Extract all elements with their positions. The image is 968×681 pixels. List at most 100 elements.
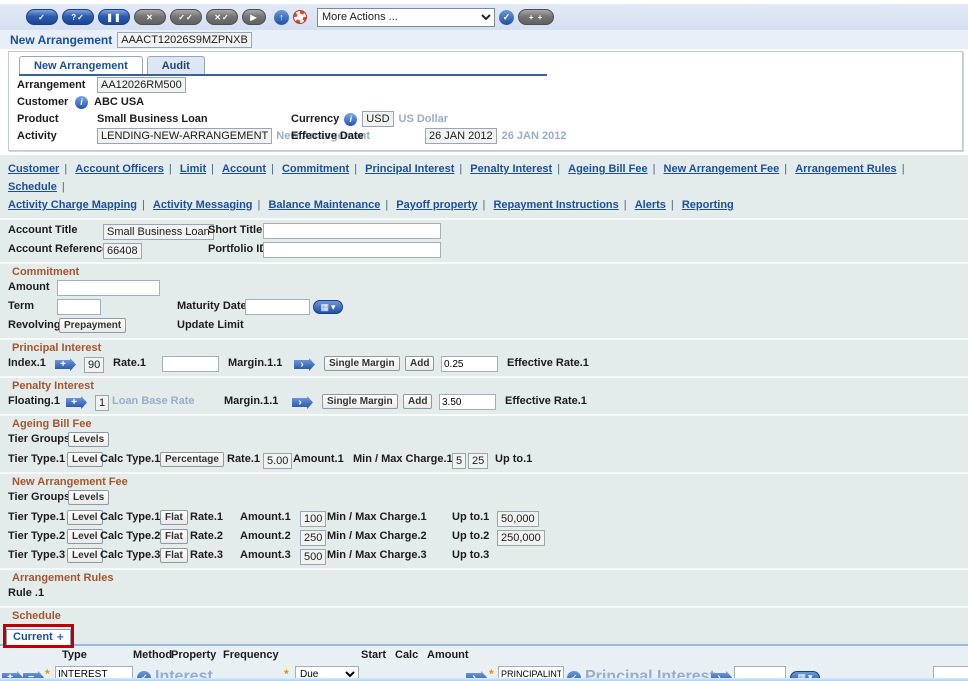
portfolio-id-label: Portfolio ID <box>208 243 267 255</box>
reverse-button[interactable]: ✕✓ <box>206 9 238 25</box>
nav-link-arrangement-rules[interactable]: Arrangement Rules <box>795 163 896 175</box>
level-button[interactable]: Level <box>67 548 103 563</box>
maturity-date-input[interactable] <box>245 299 310 315</box>
add-tab-icon[interactable]: + <box>57 630 64 644</box>
go-button[interactable]: ✓ <box>499 10 514 25</box>
nav-link-commitment[interactable]: Commitment <box>282 163 349 175</box>
nav-link-customer[interactable]: Customer <box>8 163 59 175</box>
add-button[interactable]: Add <box>405 356 434 371</box>
nav-separator: | <box>557 163 560 175</box>
short-title-input[interactable] <box>263 223 441 239</box>
add-tabs-button[interactable]: + + <box>518 9 554 25</box>
levels-button[interactable]: Levels <box>68 432 109 447</box>
nav-link-principal-interest[interactable]: Principal Interest <box>365 163 454 175</box>
amount-input[interactable] <box>57 280 160 296</box>
percentage-button[interactable]: Percentage <box>160 452 224 467</box>
single-margin-button[interactable]: Single Margin <box>322 394 398 409</box>
activity-row: Activity LENDING-NEW-ARRANGEMENT New Arr… <box>9 128 962 144</box>
levels-button[interactable]: Levels <box>68 490 109 505</box>
help-lifering-icon[interactable] <box>293 10 307 24</box>
expand-arrow-icon[interactable]: › <box>294 358 315 371</box>
forward-button[interactable]: ▶ <box>242 9 266 25</box>
upload-button[interactable]: ↑ <box>274 10 289 25</box>
validate-button[interactable]: ?✓ <box>62 9 94 25</box>
col-type: Type <box>62 649 87 661</box>
flat-button[interactable]: Flat <box>160 548 188 563</box>
tier-type-label: Tier Type.1 <box>8 511 65 523</box>
tier-type-row: Tier Type.1 Level Calc Type.1 Percentage… <box>0 452 968 469</box>
nav-separator: | <box>671 199 674 211</box>
nav-link-account[interactable]: Account <box>222 163 266 175</box>
nav-link-alerts[interactable]: Alerts <box>635 199 666 211</box>
nav-link-activity-messaging[interactable]: Activity Messaging <box>153 199 253 211</box>
expand-plus-icon[interactable]: + <box>66 396 87 409</box>
info-icon[interactable]: i <box>75 96 88 109</box>
commitment-title: Commitment <box>0 264 968 280</box>
nav-separator: | <box>62 181 65 193</box>
tab-new-arrangement[interactable]: New Arrangement <box>19 56 143 74</box>
flat-button[interactable]: Flat <box>160 529 188 544</box>
calendar-icon[interactable]: ▦▾ <box>313 300 343 314</box>
more-actions-select[interactable]: More Actions ... <box>317 8 495 27</box>
calc-type-group: Flat <box>160 529 188 544</box>
prepayment-group: Prepayment <box>59 318 126 333</box>
tab-audit[interactable]: Audit <box>147 56 205 74</box>
product-row: Product Small Business Loan Currency i U… <box>9 111 962 127</box>
payment-schedule-table: Type Method Property Frequency Start Cal… <box>0 646 968 681</box>
single-margin-button[interactable]: Single Margin <box>324 356 400 371</box>
calc-type-label: Calc Type.3 <box>100 549 160 561</box>
level-button[interactable]: Level <box>67 510 103 525</box>
tier-type-label: Tier Type.3 <box>8 549 65 561</box>
tier-type-label: Tier Type.2 <box>8 530 65 542</box>
margin-rate-input[interactable] <box>441 356 498 372</box>
add-button[interactable]: Add <box>403 394 432 409</box>
nav-link-ageing-bill-fee[interactable]: Ageing Bill Fee <box>568 163 647 175</box>
arrangement-rules-title: Arrangement Rules <box>0 570 968 586</box>
hold-button[interactable]: ❚❚ <box>98 9 130 25</box>
authorize-button[interactable]: ✓✓ <box>170 9 202 25</box>
commit-button[interactable]: ✓ <box>26 9 58 25</box>
nav-separator: | <box>354 163 357 175</box>
prepayment-button[interactable]: Prepayment <box>59 318 126 333</box>
delete-button[interactable]: ✕ <box>134 9 166 25</box>
nav-link-schedule[interactable]: Schedule <box>8 181 57 193</box>
nav-link-new-arrangement-fee[interactable]: New Arrangement Fee <box>664 163 780 175</box>
expand-arrow-icon[interactable]: › <box>292 396 313 409</box>
currency-name: US Dollar <box>399 113 449 125</box>
nav-link-payoff-property[interactable]: Payoff property <box>396 199 477 211</box>
flat-button[interactable]: Flat <box>160 510 188 525</box>
main-content: Customer| Account Officers| Limit| Accou… <box>0 155 968 681</box>
tab-current[interactable]: Current + <box>6 629 71 645</box>
term-input[interactable] <box>57 299 101 315</box>
margin-rate-input[interactable] <box>439 394 496 410</box>
nav-link-limit[interactable]: Limit <box>180 163 206 175</box>
nav-link-repayment-instructions[interactable]: Repayment Instructions <box>493 199 618 211</box>
info-icon[interactable]: i <box>344 113 357 126</box>
calendar-grid-glyph: ▦ <box>320 302 329 313</box>
level-group: Level <box>67 510 103 525</box>
calc-type-group: Percentage <box>160 452 224 467</box>
nav-link-penalty-interest[interactable]: Penalty Interest <box>470 163 552 175</box>
term-row: Term Maturity Date ▦▾ <box>0 299 968 316</box>
expand-plus-icon[interactable]: + <box>55 358 76 371</box>
revolving-row: Revolving Prepayment Update Limit <box>0 318 968 335</box>
rate-label: Rate.3 <box>190 549 223 561</box>
nav-link-reporting[interactable]: Reporting <box>682 199 734 211</box>
product-label: Product <box>17 113 97 125</box>
portfolio-id-input[interactable] <box>263 242 441 258</box>
arrangement-rules-section: Arrangement Rules Rule .1 <box>0 568 968 606</box>
authorize-icon: ✓✓ <box>178 13 193 22</box>
col-amount: Amount <box>427 649 469 661</box>
payment-table-header: Type Method Property Frequency Start Cal… <box>0 649 968 665</box>
floating-name: Loan Base Rate <box>112 395 195 407</box>
margin-type-group: Single Margin <box>324 356 400 371</box>
level-button[interactable]: Level <box>67 452 103 467</box>
nav-separator: | <box>64 163 67 175</box>
min-field: 5 <box>452 453 466 469</box>
nav-link-activity-charge-mapping[interactable]: Activity Charge Mapping <box>8 199 137 211</box>
level-button[interactable]: Level <box>67 529 103 544</box>
nav-link-balance-maintenance[interactable]: Balance Maintenance <box>268 199 380 211</box>
nav-link-account-officers[interactable]: Account Officers <box>75 163 164 175</box>
arrangement-row: Arrangement AA12026RM500 <box>9 77 962 93</box>
rate-input[interactable] <box>162 356 219 372</box>
